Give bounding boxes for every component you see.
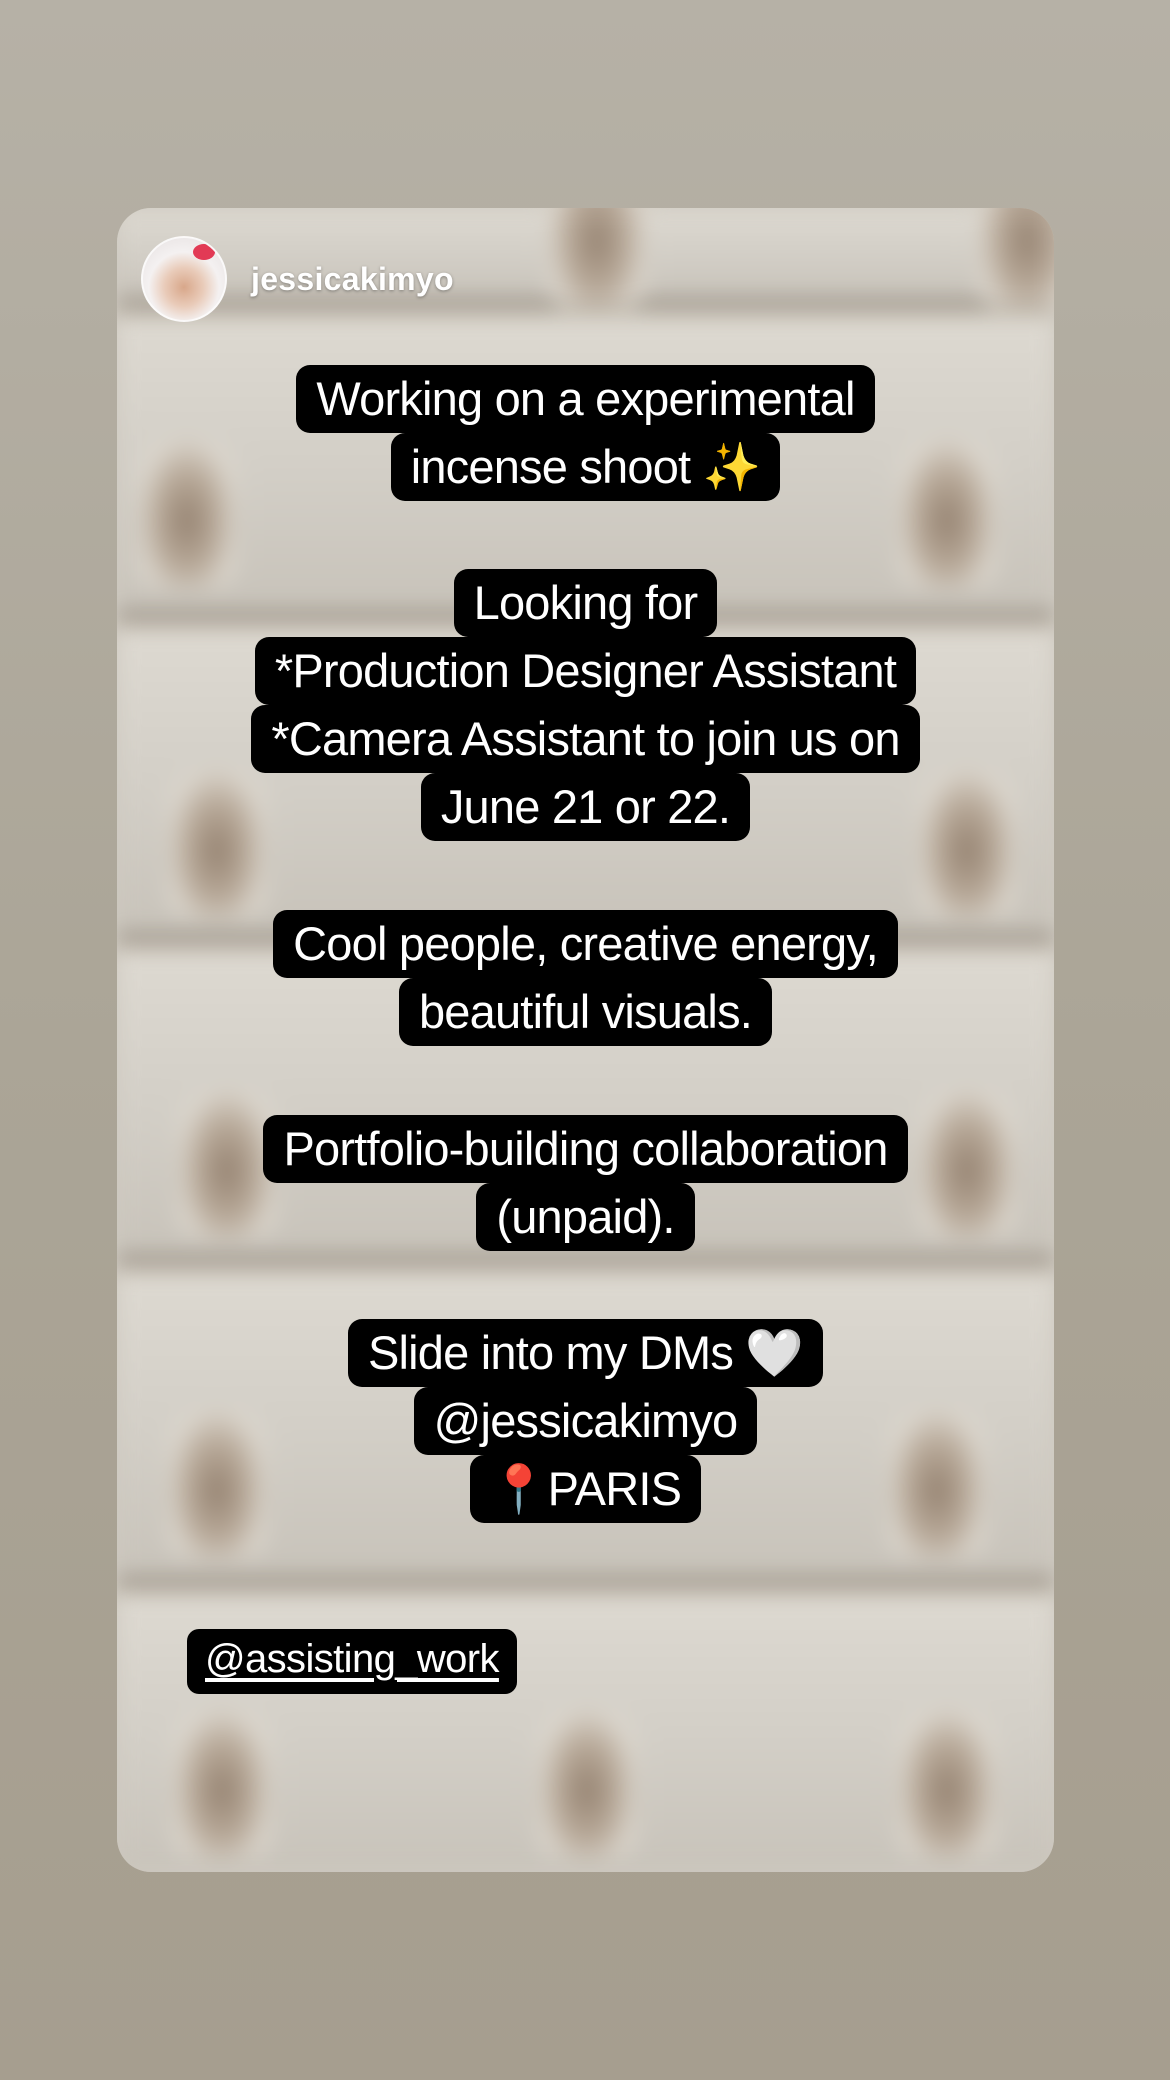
text-block-collab: Portfolio-building collaboration (unpaid… — [117, 1115, 1054, 1251]
text-line: (unpaid). — [476, 1183, 695, 1251]
text-line: Working on a experimental — [296, 365, 875, 433]
text-line: incense shoot ✨ — [390, 433, 781, 501]
text-line: 📍PARIS — [469, 1455, 702, 1523]
text-line: Slide into my DMs 🤍 — [347, 1319, 824, 1387]
text-line[interactable]: @jessicakimyo — [413, 1387, 758, 1455]
avatar[interactable] — [141, 236, 227, 322]
text-block-shoot: Working on a experimental incense shoot … — [117, 365, 1054, 501]
text-line: Cool people, creative energy, — [273, 910, 898, 978]
text-line: beautiful visuals. — [398, 978, 773, 1046]
username[interactable]: jessicakimyo — [251, 261, 454, 298]
text-line: *Production Designer Assistant — [254, 637, 917, 705]
text-block-roles: Looking for *Production Designer Assista… — [117, 569, 1054, 841]
text-line: Looking for — [453, 569, 718, 637]
text-block-vibe: Cool people, creative energy, beautiful … — [117, 910, 1054, 1046]
text-block-contact: Slide into my DMs 🤍 @jessicakimyo 📍PARIS — [117, 1319, 1054, 1523]
text-line: June 21 or 22. — [420, 773, 751, 841]
mention-sticker[interactable]: @assisting_work — [187, 1629, 517, 1694]
bow-icon — [193, 244, 215, 260]
text-line: Portfolio-building collaboration — [263, 1115, 908, 1183]
story-header: jessicakimyo — [141, 236, 454, 322]
text-line: *Camera Assistant to join us on — [251, 705, 920, 773]
story-card[interactable]: jessicakimyo Working on a experimental i… — [117, 208, 1054, 1872]
